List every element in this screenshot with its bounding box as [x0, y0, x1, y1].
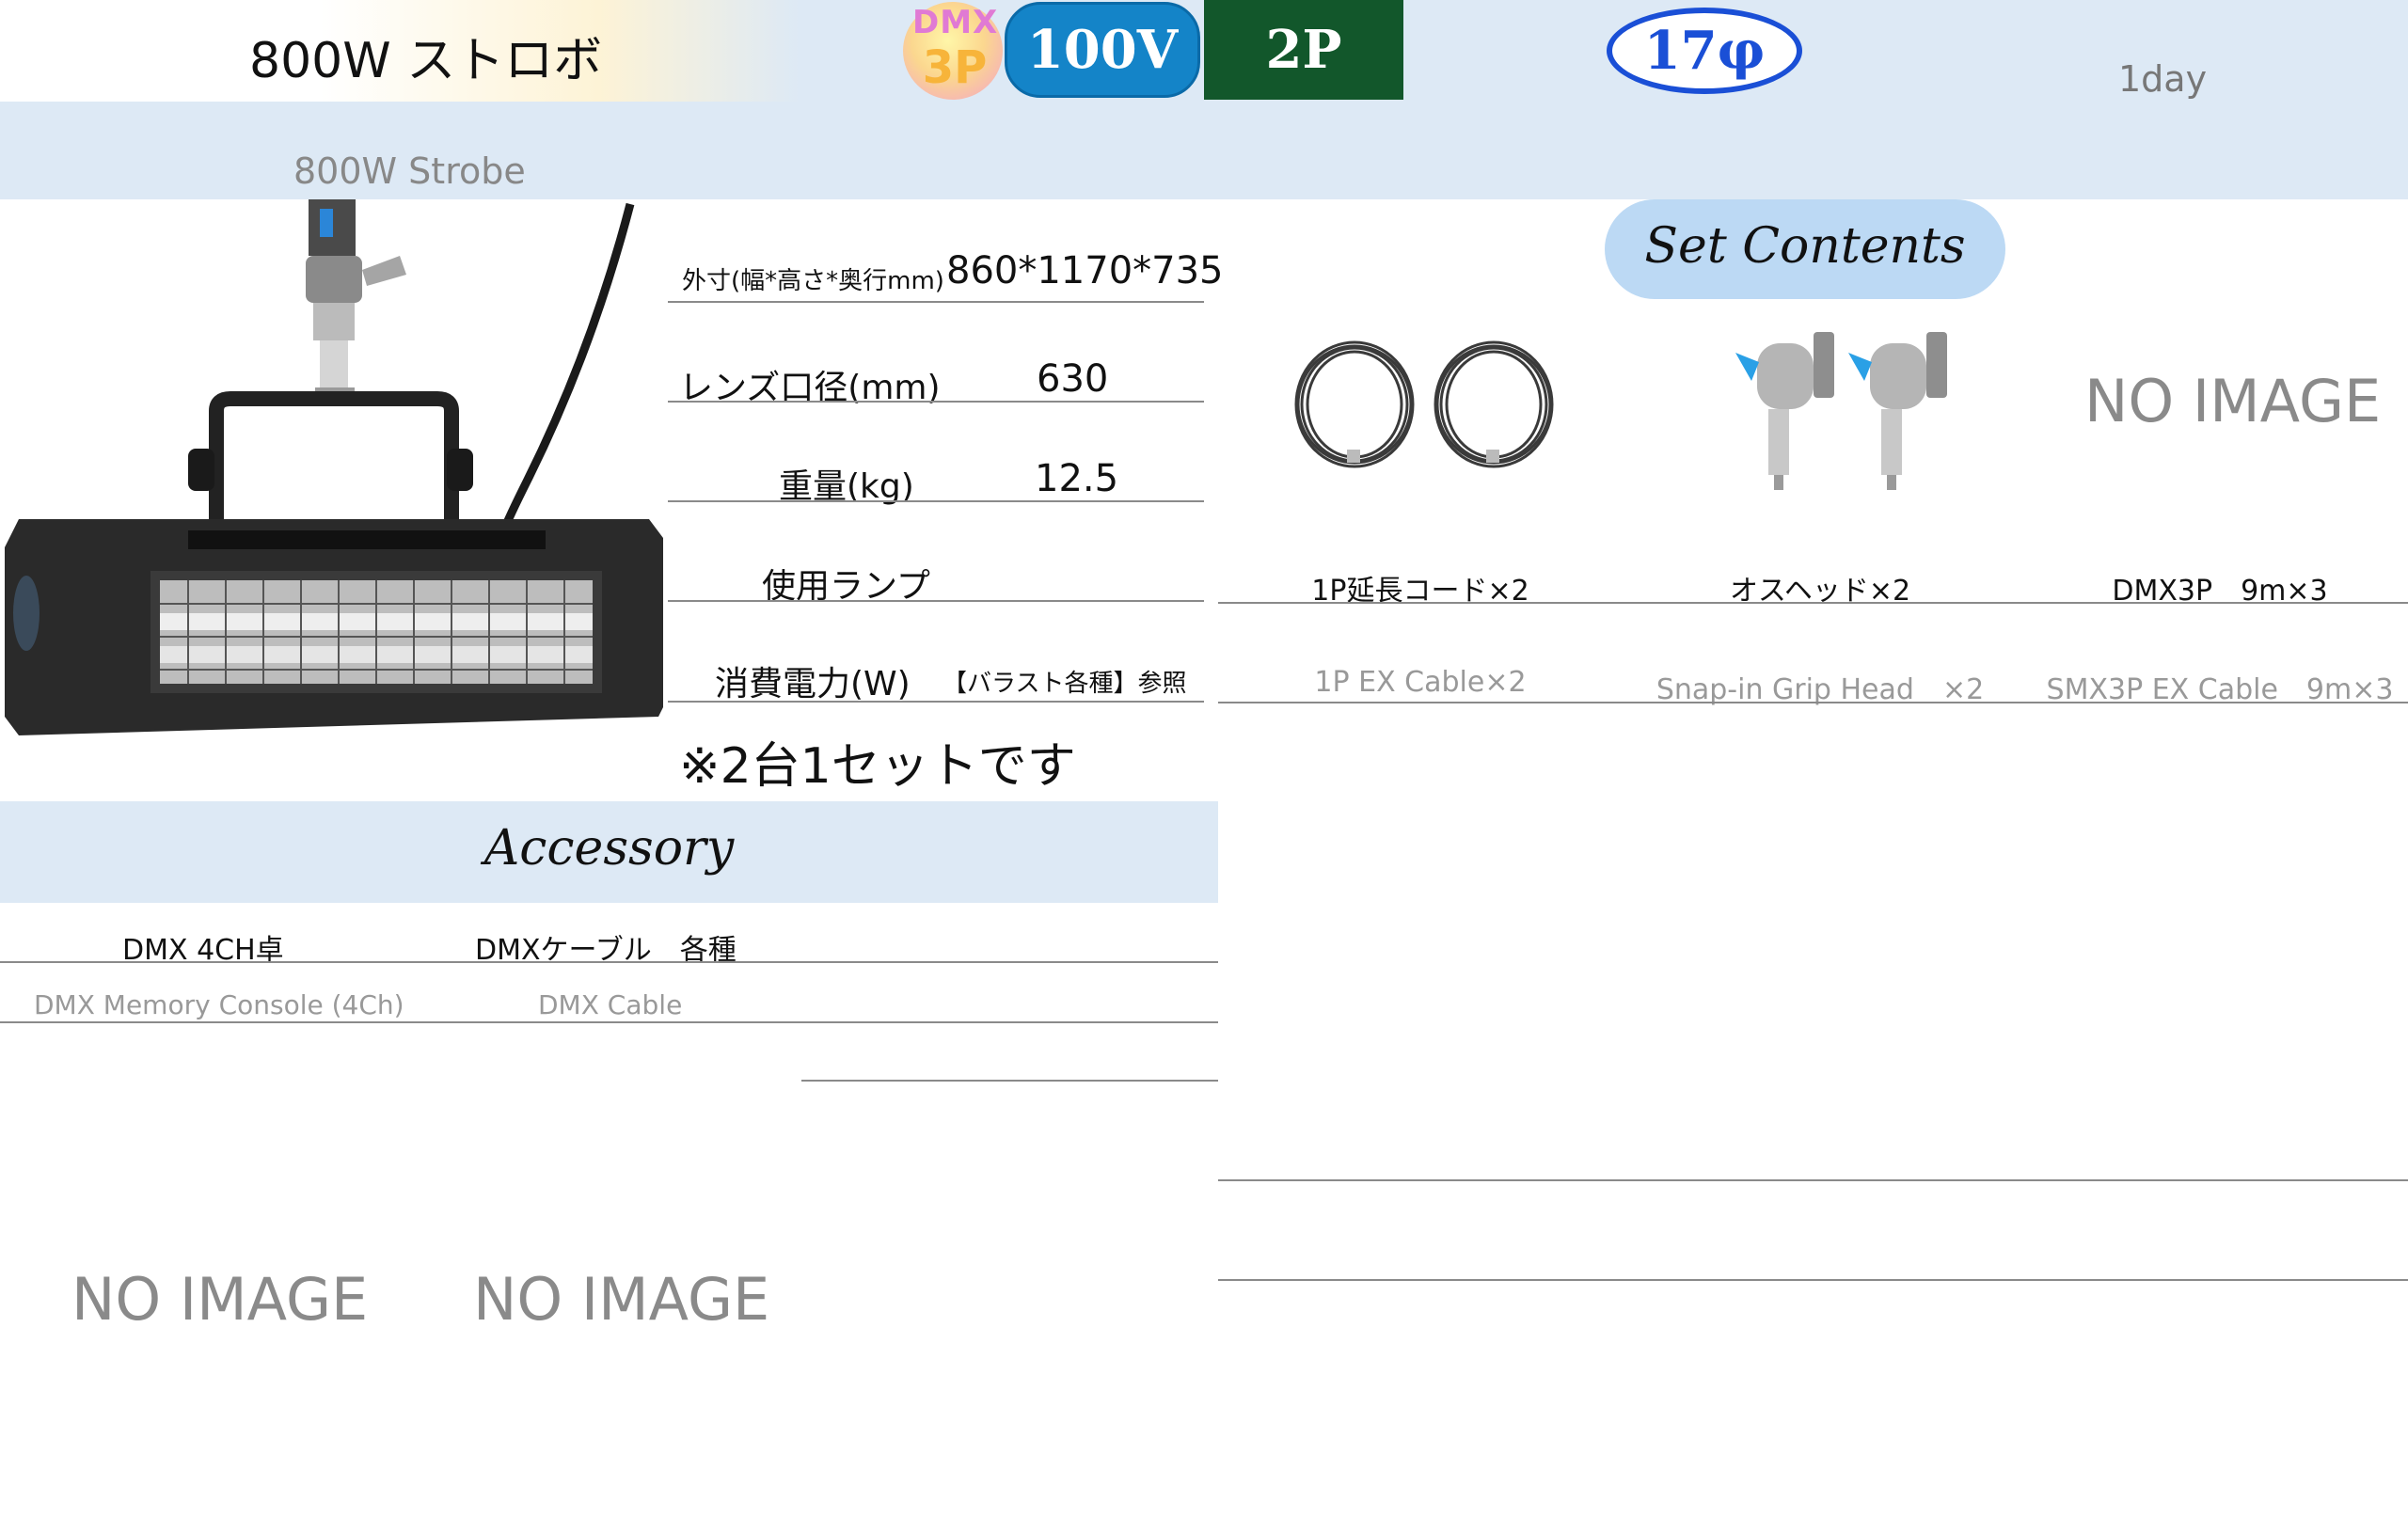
- divider: [1218, 602, 2408, 604]
- divider: [1218, 1279, 2408, 1281]
- lens-value: 630: [1037, 357, 1109, 401]
- divider: [668, 301, 1204, 303]
- divider: [668, 401, 1204, 403]
- dmx-badge-top-text: DMX: [912, 4, 999, 41]
- no-image-placeholder: NO IMAGE: [2084, 367, 2382, 435]
- weight-value: 12.5: [1035, 457, 1119, 500]
- product-subtitle: 800W Strobe: [293, 150, 526, 192]
- no-image-placeholder: NO IMAGE: [71, 1265, 369, 1334]
- plug-badge: 2P: [1204, 0, 1403, 100]
- product-title: 800W ストロボ: [249, 33, 603, 89]
- diameter-badge: 17φ: [1607, 8, 1802, 94]
- power-label: 消費電力(W): [715, 665, 911, 703]
- divider: [0, 1021, 1218, 1023]
- extension-cable-image: [1294, 340, 1554, 468]
- grip-head-image: [1735, 332, 1947, 490]
- strobe-product-image: [5, 199, 663, 735]
- accessory-item-english: DMX Memory Console (4Ch): [34, 989, 404, 1020]
- dmx-badge-bottom-text: 3P: [922, 41, 988, 94]
- divider: [0, 961, 1218, 963]
- divider: [668, 600, 1204, 602]
- divider: [668, 701, 1204, 703]
- voltage-badge: 100V: [1005, 2, 1200, 98]
- rental-period: 1day: [2118, 58, 2208, 100]
- no-image-placeholder: NO IMAGE: [473, 1265, 770, 1334]
- dimensions-value: 860*1170*735: [946, 249, 1224, 292]
- divider: [1218, 1179, 2408, 1181]
- divider: [668, 500, 1204, 502]
- set-note: ※2台1セットです: [679, 738, 1076, 795]
- set-contents-title: Set Contents: [1644, 218, 1966, 275]
- divider: [801, 1080, 1218, 1082]
- set-item-english: 1P EX Cable×2: [1314, 666, 1527, 699]
- power-value: 【バラスト各種】参照: [943, 670, 1187, 698]
- accessory-title: Accessory: [483, 820, 735, 877]
- dimensions-label: 外寸(幅*高さ*奥行mm): [682, 267, 944, 295]
- accessory-item-english: DMX Cable: [538, 989, 683, 1020]
- divider: [1218, 702, 2408, 703]
